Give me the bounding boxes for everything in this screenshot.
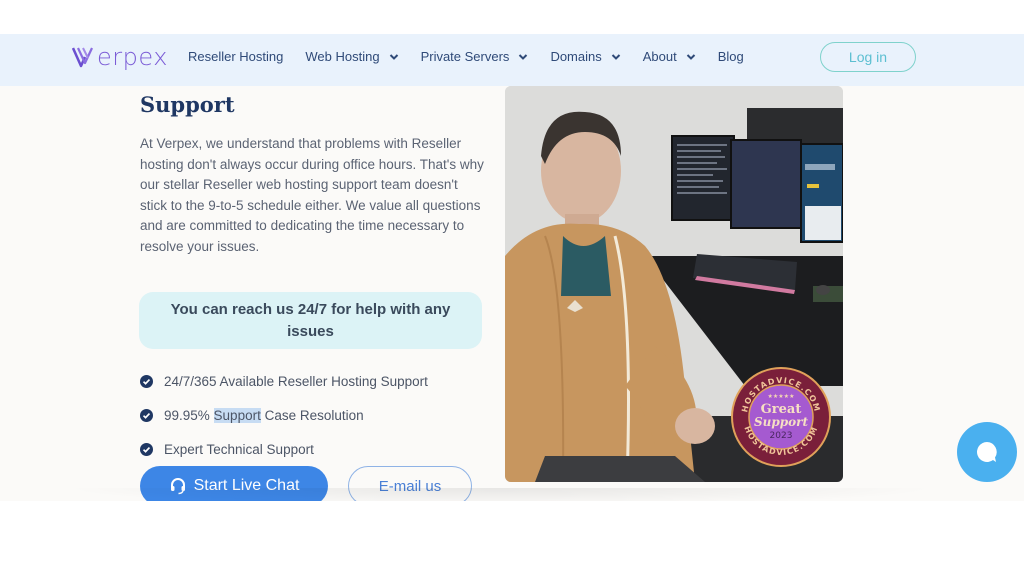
verpex-logo[interactable]: erpex bbox=[72, 42, 168, 72]
nav-label: About bbox=[642, 49, 677, 64]
chat-widget-button[interactable] bbox=[957, 422, 1017, 482]
chat-bubble-icon bbox=[977, 442, 997, 462]
availability-callout: You can reach us 24/7 for help with any … bbox=[139, 292, 482, 349]
nav-item-reseller-hosting[interactable]: Reseller Hosting bbox=[188, 49, 283, 64]
feature-text: Expert Technical Support bbox=[164, 441, 314, 457]
nav-item-private-servers[interactable]: Private Servers bbox=[421, 49, 529, 64]
badge-year: 2023 bbox=[770, 431, 793, 441]
nav-item-about[interactable]: About bbox=[643, 49, 696, 64]
nav-label: Private Servers bbox=[420, 49, 510, 64]
feature-text-part: 99.95% bbox=[164, 407, 214, 423]
logo-v-icon bbox=[72, 47, 93, 68]
feature-item: Expert Technical Support bbox=[140, 432, 428, 466]
check-circle-icon bbox=[140, 374, 153, 388]
nav-label: Reseller Hosting bbox=[188, 49, 284, 64]
page-bottom-area bbox=[0, 501, 1024, 576]
section-heading: Support bbox=[140, 92, 235, 117]
feature-item: 99.95% Support Case Resolution bbox=[140, 398, 428, 432]
chevron-down-icon bbox=[389, 53, 398, 60]
chevron-down-icon bbox=[519, 53, 528, 60]
nav-menu: Reseller Hosting Web Hosting Private Ser… bbox=[188, 49, 766, 64]
nav-label: Web Hosting bbox=[305, 49, 380, 64]
hostadvice-great-support-badge: HOSTADVICE.COM HOSTADVICE.COM ★★★★★ Grea… bbox=[731, 367, 831, 467]
section-description: At Verpex, we understand that problems w… bbox=[140, 136, 484, 254]
chevron-down-icon bbox=[686, 53, 695, 60]
badge-stars: ★★★★★ bbox=[768, 393, 795, 400]
feature-text-part: Case Resolution bbox=[260, 407, 364, 423]
feature-item: 24/7/365 Available Reseller Hosting Supp… bbox=[140, 364, 428, 398]
nav-item-web-hosting[interactable]: Web Hosting bbox=[305, 49, 398, 64]
badge-title-line2: Support bbox=[754, 415, 808, 429]
chevron-down-icon bbox=[611, 53, 620, 60]
selected-text: Support bbox=[213, 407, 261, 423]
logo-text: erpex bbox=[97, 43, 168, 71]
nav-label: Blog bbox=[717, 49, 744, 64]
check-circle-icon bbox=[140, 442, 153, 456]
feature-list: 24/7/365 Available Reseller Hosting Supp… bbox=[140, 364, 428, 466]
feature-text: 24/7/365 Available Reseller Hosting Supp… bbox=[164, 373, 428, 389]
feature-text: 99.95% Support Case Resolution bbox=[164, 407, 364, 423]
nav-item-domains[interactable]: Domains bbox=[550, 49, 620, 64]
login-button[interactable]: Log in bbox=[820, 42, 916, 72]
nav-item-blog[interactable]: Blog bbox=[718, 49, 744, 64]
check-circle-icon bbox=[140, 408, 153, 422]
nav-label: Domains bbox=[550, 49, 602, 64]
